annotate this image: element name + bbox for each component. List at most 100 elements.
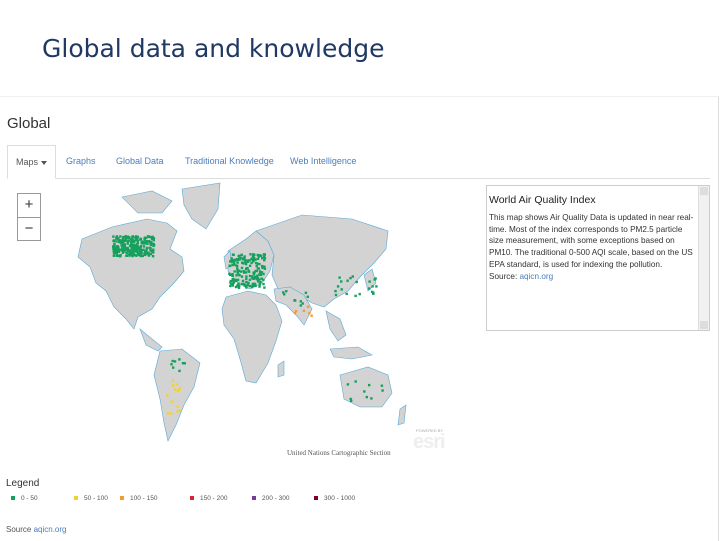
scroll-up-icon[interactable] — [700, 187, 708, 195]
aqi-marker — [130, 244, 133, 247]
aqi-marker — [336, 285, 340, 288]
greenland — [181, 182, 221, 230]
tab-web-intelligence[interactable]: Web Intelligence — [290, 145, 356, 177]
tab-maps[interactable]: Maps — [7, 145, 57, 179]
tab-graphs[interactable]: Graphs — [66, 145, 96, 177]
aqi-marker — [138, 238, 142, 241]
zoom-in-button[interactable]: + — [18, 194, 40, 217]
aqi-marker — [142, 248, 145, 251]
source-link[interactable]: aqicn.org — [34, 525, 67, 534]
aqi-marker — [236, 261, 239, 264]
aqi-marker — [375, 285, 378, 288]
legend-swatch — [314, 496, 318, 501]
aqi-marker — [258, 283, 261, 286]
aqi-marker — [346, 279, 349, 282]
aqi-marker — [245, 275, 248, 278]
aqi-marker — [144, 253, 147, 256]
aqi-marker — [262, 282, 265, 286]
aqi-marker — [115, 252, 118, 255]
aqi-marker — [173, 360, 177, 363]
aqi-marker — [145, 248, 148, 251]
australia — [339, 366, 393, 408]
aqi-marker — [237, 273, 240, 276]
aqi-marker — [308, 311, 311, 315]
legend-swatch — [190, 496, 194, 501]
aqi-marker — [137, 252, 141, 255]
aqi-marker — [254, 269, 257, 273]
aqi-marker — [346, 383, 350, 386]
aqi-marker — [257, 267, 260, 270]
aqi-marker — [134, 236, 137, 239]
aqi-marker — [239, 270, 243, 273]
aqi-marker — [250, 257, 253, 261]
tab-global-data[interactable]: Global Data — [116, 145, 164, 177]
aqi-marker — [125, 248, 128, 252]
info-source-link[interactable]: aqicn.org — [520, 272, 554, 281]
aqi-marker — [172, 384, 175, 387]
legend-item: 50 - 100 — [74, 495, 108, 502]
aqi-marker — [255, 274, 259, 277]
aqi-marker — [138, 250, 141, 253]
aqi-marker — [248, 278, 252, 281]
aqi-marker — [258, 285, 261, 288]
tab-bar: Maps Graphs Global Data Traditional Know… — [7, 145, 710, 179]
aqi-marker — [257, 279, 260, 282]
aqi-marker — [248, 274, 252, 278]
zoom-out-button[interactable]: − — [18, 217, 40, 241]
legend-item: 150 - 200 — [190, 495, 227, 502]
aqi-marker — [354, 380, 357, 383]
aqi-marker — [122, 240, 125, 243]
aqi-marker — [244, 260, 247, 264]
aqi-marker — [235, 264, 238, 267]
info-scrollbar[interactable] — [698, 186, 709, 330]
world-map[interactable] — [42, 179, 454, 461]
source-line: Source aqicn.org — [6, 525, 67, 534]
aqi-marker — [136, 243, 139, 246]
aqi-marker — [128, 250, 131, 253]
aqi-marker — [370, 397, 373, 400]
aqi-marker — [256, 257, 260, 260]
aqi-marker — [125, 254, 129, 257]
aqi-marker — [228, 272, 231, 275]
aqi-marker — [131, 235, 134, 238]
aqi-marker — [240, 266, 244, 270]
aqi-marker — [146, 240, 149, 243]
arctic-islands — [121, 190, 173, 214]
legend-item: 200 - 300 — [252, 495, 289, 502]
aqi-marker — [112, 239, 116, 242]
aqi-marker — [146, 235, 150, 238]
aqi-marker — [112, 254, 115, 257]
aqi-marker — [249, 253, 252, 256]
legend-swatch — [120, 496, 124, 501]
aqi-marker — [234, 259, 237, 262]
legend-swatch — [74, 496, 78, 501]
aqi-marker — [151, 255, 155, 258]
aqi-marker — [131, 254, 134, 258]
scroll-down-icon[interactable] — [700, 321, 708, 329]
aqi-marker — [258, 262, 261, 266]
aqi-marker — [304, 291, 308, 294]
aqi-marker — [178, 369, 181, 373]
aqi-marker — [178, 388, 181, 391]
aqi-marker — [166, 394, 169, 397]
info-source-label: Source: — [489, 271, 520, 281]
legend-swatch — [11, 496, 15, 501]
aqi-marker — [149, 252, 153, 256]
zoom-control: + − — [17, 193, 41, 241]
aqi-marker — [139, 254, 142, 258]
aqi-marker — [229, 284, 232, 288]
screenshot-panel: Global Maps Graphs Global Data Tradition… — [0, 96, 719, 541]
aqi-marker — [263, 286, 266, 289]
madagascar — [277, 360, 285, 378]
aqi-marker — [231, 274, 234, 277]
aqi-marker — [306, 295, 309, 298]
aqi-marker — [183, 362, 186, 365]
aqi-marker — [175, 383, 179, 386]
tab-traditional-knowledge[interactable]: Traditional Knowledge — [185, 145, 274, 177]
aqi-marker — [351, 275, 354, 278]
north-america — [77, 218, 185, 330]
aqi-marker — [143, 250, 147, 254]
info-body: This map shows Air Quality Data is updat… — [489, 212, 697, 282]
aqi-marker — [299, 300, 302, 303]
aqi-marker — [252, 271, 255, 274]
